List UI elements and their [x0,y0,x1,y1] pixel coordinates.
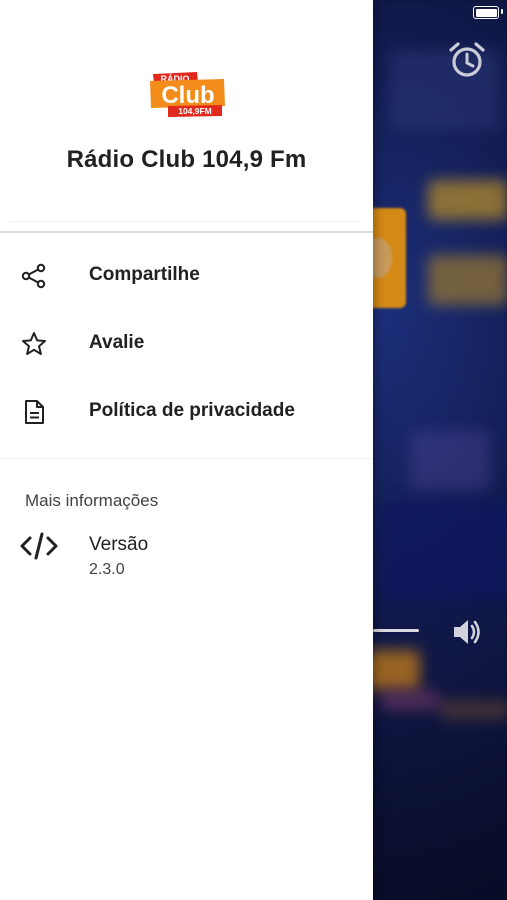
bg-blur-shape [428,255,507,305]
bg-blur-shape [380,690,440,710]
menu-label: Avalie [89,332,145,353]
section-title-more-info: Mais informações [25,491,159,510]
bg-blur-shape [380,500,507,600]
star-icon [22,332,46,355]
volume-icon[interactable] [450,615,484,649]
station-name: Rádio Club 104,9 Fm [66,146,307,173]
alarm-clock-icon[interactable] [448,40,486,80]
volume-slider[interactable] [373,629,419,632]
logo-sub-text: 104,9FM [178,106,212,116]
menu-label: Política de privacidade [89,400,295,421]
menu-item-privacy-policy[interactable]: Política de privacidade [0,382,373,442]
bg-blur-shape [440,700,507,720]
bg-blur-shape [410,430,490,490]
divider [10,221,361,222]
menu-item-share[interactable]: Compartilhe [0,246,373,306]
document-icon [25,400,44,424]
battery-icon [473,6,499,19]
menu-item-rate[interactable]: Avalie [0,314,373,374]
code-icon [20,532,58,560]
share-icon [21,263,46,289]
divider [0,458,373,459]
menu-label: Compartilhe [89,264,200,285]
navigation-drawer: RÁDIO Club 104,9FM Rádio Club 104,9 Fm C… [0,0,373,900]
divider [0,231,373,233]
version-value: 2.3.0 [89,561,125,578]
radio-club-logo: RÁDIO Club 104,9FM [150,72,225,117]
version-label: Versão [89,534,149,555]
bg-blur-shape [428,180,507,220]
battery-tip [501,9,503,14]
logo-main-text: Club [161,82,214,109]
